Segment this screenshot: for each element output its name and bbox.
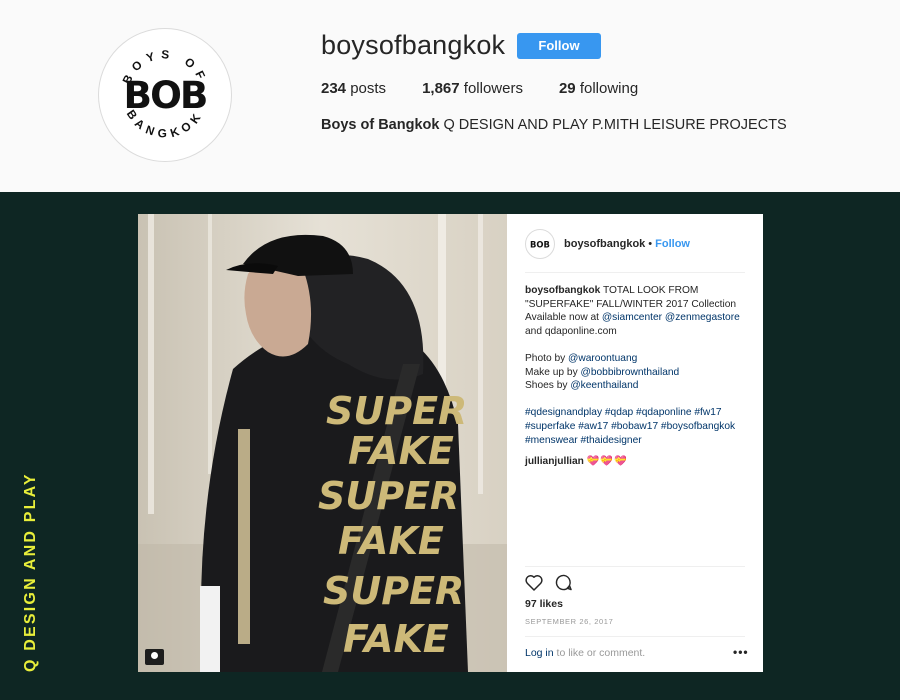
comment-username[interactable]: jullianjullian xyxy=(525,456,584,467)
profile-header: BOYS OF BANGKOK BOB boysofbangkok Follow… xyxy=(0,0,900,192)
mention-keenthailand[interactable]: @keenthailand xyxy=(570,380,638,391)
bg-streak xyxy=(208,214,212,474)
mention-waroontuang[interactable]: @waroontuang xyxy=(568,353,637,364)
jacket-text-4: FAKE xyxy=(338,519,444,563)
bg-streak xyxy=(478,214,483,494)
profile-avatar[interactable]: BOYS OF BANGKOK BOB xyxy=(98,28,232,162)
jacket-text-2: FAKE xyxy=(348,429,454,473)
bg-streak xyxy=(148,214,154,514)
caption-hashtags: #qdesignandplay #qdap #qdaponline #fw17 … xyxy=(525,406,750,447)
mention-zenmegastore[interactable]: @zenmegastore xyxy=(665,312,740,323)
posts-stat[interactable]: 234 posts xyxy=(321,80,386,97)
white-shirt xyxy=(200,586,220,672)
posts-count: 234 xyxy=(321,80,347,97)
comment-text: 💝💝💝 xyxy=(586,455,628,467)
followers-stat[interactable]: 1,867 followers xyxy=(422,80,523,97)
jacket-text-5: SUPER xyxy=(323,569,464,613)
mini-logo-mark: BOB xyxy=(530,240,550,250)
followers-count: 1,867 xyxy=(422,80,460,97)
comment-item: jullianjullian 💝💝💝 xyxy=(525,455,750,469)
more-options-icon[interactable]: ••• xyxy=(733,645,749,659)
photo-illustration: SUPER FAKE SUPER FAKE SUPER FAKE xyxy=(138,214,507,672)
hashtags-link[interactable]: #qdesignandplay #qdap #qdaponline #fw17 … xyxy=(525,407,735,445)
caption-main: boysofbangkok TOTAL LOOK FROM "SUPERFAKE… xyxy=(525,284,750,338)
mention-siamcenter[interactable]: @siamcenter xyxy=(602,312,662,323)
caption-text-end: and qdaponline.com xyxy=(525,325,617,337)
post-author-username[interactable]: boysofbangkok xyxy=(564,238,645,250)
caption-credits: Photo by @waroontuang Make up by @bobbib… xyxy=(525,352,750,393)
makeup-credit-label: Make up by xyxy=(525,366,581,378)
follow-button[interactable]: Follow xyxy=(517,33,601,59)
profile-bio: Boys of Bangkok Q DESIGN AND PLAY P.MITH… xyxy=(321,117,787,133)
login-link[interactable]: Log in xyxy=(525,647,554,659)
following-label: following xyxy=(579,80,639,97)
post-actions xyxy=(525,574,585,591)
heart-icon[interactable] xyxy=(525,574,543,591)
bob-logo: BOYS OF BANGKOK BOB xyxy=(119,47,208,140)
side-banner-text: Q DESIGN AND PLAY xyxy=(22,472,39,672)
post-photo[interactable]: SUPER FAKE SUPER FAKE SUPER FAKE xyxy=(138,214,507,672)
post-side-panel: BOB boysofbangkok • Follow boysofbangkok… xyxy=(507,214,763,672)
shoes-credit-label: Shoes by xyxy=(525,380,571,392)
followers-label: followers xyxy=(463,80,523,97)
following-count: 29 xyxy=(558,80,576,97)
photo-credit-label: Photo by xyxy=(525,352,569,364)
post-follow-link[interactable]: Follow xyxy=(655,238,690,250)
comment-divider xyxy=(525,636,745,637)
header-separator: • xyxy=(648,238,653,250)
tagged-user-icon[interactable] xyxy=(145,649,164,665)
mention-bobbibrownthailand[interactable]: @bobbibrownthailand xyxy=(581,367,680,378)
post-header: BOB boysofbangkok • Follow xyxy=(525,229,745,259)
post-author-avatar[interactable]: BOB xyxy=(525,229,555,259)
posts-label: posts xyxy=(350,80,387,97)
profile-username: boysofbangkok xyxy=(321,30,506,60)
jacket-text-1: SUPER xyxy=(326,389,467,433)
jacket-text-3: SUPER xyxy=(318,474,459,518)
profile-full-name: Boys of Bangkok xyxy=(321,117,440,133)
caption-username[interactable]: boysofbangkok xyxy=(525,285,600,296)
login-prompt-text: to like or comment. xyxy=(553,647,646,659)
header-divider xyxy=(525,272,745,273)
login-prompt: Log in to like or comment. xyxy=(525,647,745,659)
likes-count[interactable]: 97 likes xyxy=(525,598,563,610)
post-card: SUPER FAKE SUPER FAKE SUPER FAKE BOB boy… xyxy=(138,214,763,672)
actions-divider xyxy=(525,566,745,567)
mini-bob-logo: BOB xyxy=(530,240,550,250)
following-stat[interactable]: 29 following xyxy=(559,80,638,97)
comment-bubble-icon[interactable] xyxy=(555,574,573,591)
post-caption: boysofbangkok TOTAL LOOK FROM "SUPERFAKE… xyxy=(525,284,750,468)
sleeve-stripe xyxy=(238,429,250,644)
profile-stats: 234 posts 1,867 followers 29 following xyxy=(321,80,674,97)
jacket-text-6: FAKE xyxy=(343,617,449,661)
logo-mark: BOB xyxy=(124,73,207,117)
post-date: SEPTEMBER 26, 2017 xyxy=(525,617,614,626)
profile-bio-text: Q DESIGN AND PLAY P.MITH LEISURE PROJECT… xyxy=(443,117,787,133)
